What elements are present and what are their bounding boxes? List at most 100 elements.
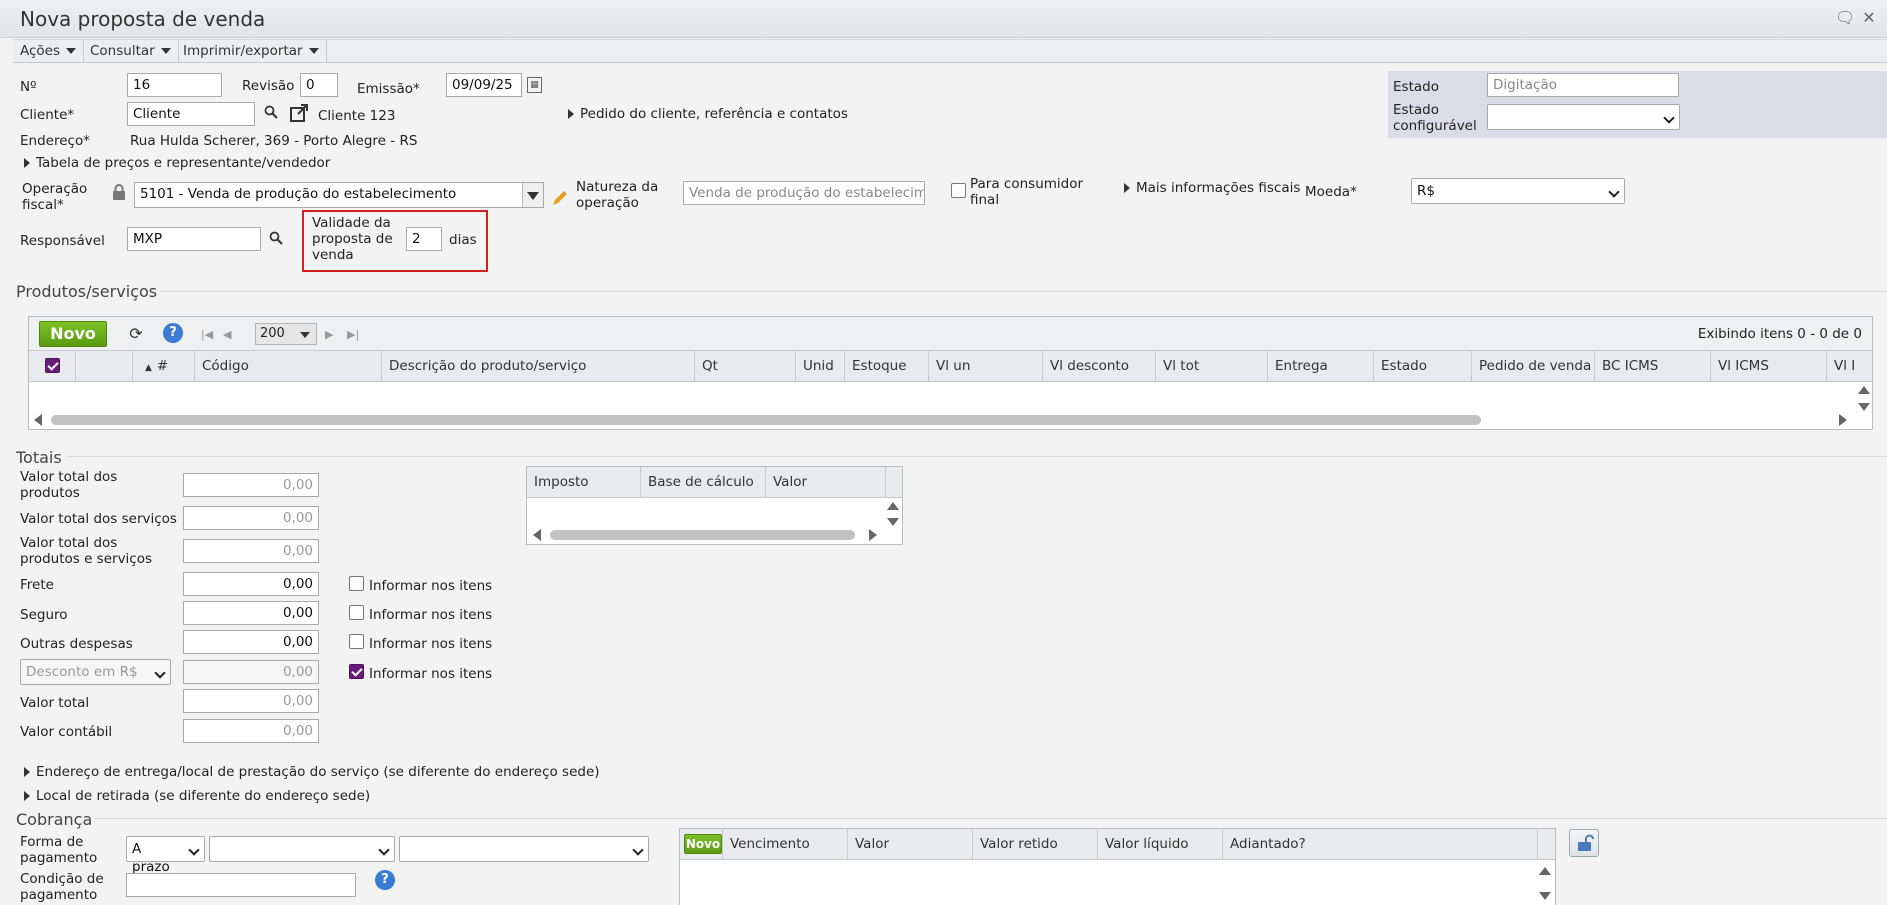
scroll-right-icon[interactable] (1839, 414, 1847, 426)
help-icon[interactable]: ? (163, 323, 183, 343)
column-qt[interactable]: Qt (695, 351, 796, 381)
frete-informar-checkbox[interactable] (349, 576, 364, 591)
scroll-right-icon[interactable] (869, 529, 877, 541)
first-page-icon[interactable]: |◀ (201, 328, 213, 341)
impostos-header: Imposto Base de cálculo Valor (527, 467, 902, 498)
column-estado[interactable]: Estado (1374, 351, 1472, 381)
horizontal-scrollbar[interactable] (550, 530, 855, 540)
refresh-icon[interactable]: ⟳ (127, 325, 145, 343)
emissao-field[interactable]: 09/09/25 (446, 73, 522, 97)
scroll-up-icon[interactable] (1858, 386, 1870, 394)
forma-pagamento-select-3[interactable] (399, 836, 649, 862)
menu-label: Consultar (90, 43, 155, 59)
unlock-button[interactable] (1569, 829, 1599, 857)
next-page-icon[interactable]: ▶ (325, 328, 333, 341)
novo-parcela-button[interactable]: Novo (684, 834, 722, 854)
column-unid[interactable]: Unid (796, 351, 845, 381)
tabela-precos-link[interactable]: Tabela de preços e representante/vendedo… (24, 155, 330, 171)
column-adiantado[interactable]: Adiantado? (1223, 829, 1538, 859)
column-vencimento[interactable]: Vencimento (723, 829, 848, 859)
column-valor-retido[interactable]: Valor retido (973, 829, 1098, 859)
column-vl-i[interactable]: Vl I (1827, 351, 1857, 381)
operacao-fiscal-field[interactable]: 5101 - Venda de produção do estabelecime… (134, 182, 544, 208)
novo-produto-button[interactable]: Novo (39, 321, 107, 347)
help-icon[interactable]: ? (375, 870, 395, 890)
menu-acoes[interactable]: Ações (13, 40, 85, 63)
column-index[interactable]: ▲ # (133, 351, 195, 381)
moeda-label: Moeda* (1305, 184, 1357, 200)
caret-down-icon (160, 48, 171, 54)
outras-despesas-informar-checkbox[interactable] (349, 634, 364, 649)
select-all-checkbox[interactable] (45, 358, 60, 373)
natureza-field[interactable]: Venda de produção do estabelecimento (683, 181, 925, 205)
close-icon[interactable]: ✕ (1860, 9, 1878, 27)
search-icon[interactable] (267, 231, 285, 249)
prev-page-icon[interactable]: ◀ (223, 328, 231, 341)
revisao-field[interactable]: 0 (300, 73, 338, 97)
link-text: Local de retirada (se diferente do ender… (36, 788, 371, 804)
column-valor-liquido[interactable]: Valor líquido (1098, 829, 1223, 859)
revisao-label: Revisão (242, 78, 295, 94)
endereco-entrega-link[interactable]: Endereço de entrega/local de prestação d… (24, 764, 600, 780)
chat-icon[interactable]: 🗨 (1835, 9, 1855, 27)
scroll-down-icon[interactable] (887, 518, 899, 526)
consumidor-final-checkbox[interactable] (951, 183, 966, 198)
validade-field[interactable]: 2 (406, 227, 442, 251)
column-entrega[interactable]: Entrega (1268, 351, 1374, 381)
forma-pagamento-select-2[interactable] (209, 836, 395, 862)
page-size-select[interactable]: 200 (255, 323, 317, 345)
column-vl-desconto[interactable]: Vl desconto (1043, 351, 1156, 381)
search-icon[interactable] (262, 105, 280, 123)
frete-field[interactable]: 0,00 (183, 572, 319, 596)
mais-info-fiscais-link[interactable]: Mais informações fiscais (1124, 180, 1300, 196)
desconto-informar-checkbox[interactable] (349, 664, 364, 679)
seguro-field[interactable]: 0,00 (183, 601, 319, 625)
divider (94, 818, 1887, 819)
desconto-field: 0,00 (183, 660, 319, 684)
outras-despesas-field[interactable]: 0,00 (183, 630, 319, 654)
responsavel-field[interactable]: MXP (127, 227, 261, 251)
scroll-down-icon[interactable] (1539, 892, 1551, 900)
external-link-icon[interactable] (288, 103, 310, 125)
column-base-calculo[interactable]: Base de cálculo (641, 467, 766, 497)
column-vl-tot[interactable]: Vl tot (1156, 351, 1268, 381)
cliente-field[interactable]: Cliente (127, 102, 255, 126)
condicao-pagamento-field[interactable] (126, 873, 356, 897)
pedido-cliente-link[interactable]: Pedido do cliente, referência e contatos (568, 106, 848, 122)
outras-despesas-informar-label: Informar nos itens (369, 636, 493, 652)
expand-arrow-icon (24, 158, 30, 168)
scroll-up-icon[interactable] (1539, 867, 1551, 875)
divider (160, 291, 1887, 292)
window-titlebar (0, 0, 1887, 38)
column-vl-icms[interactable]: Vl ICMS (1711, 351, 1827, 381)
edit-pencil-icon[interactable] (551, 189, 569, 207)
numero-field[interactable]: 16 (127, 73, 222, 97)
column-descricao[interactable]: Descrição do produto/serviço (382, 351, 695, 381)
operacao-dropdown-button[interactable] (522, 183, 543, 207)
scroll-left-icon[interactable] (34, 414, 42, 426)
column-imposto[interactable]: Imposto (527, 467, 641, 497)
column-valor[interactable]: Valor (766, 467, 886, 497)
scroll-up-icon[interactable] (887, 502, 899, 510)
column-codigo[interactable]: Código (195, 351, 382, 381)
scroll-left-icon[interactable] (533, 529, 541, 541)
calendar-icon[interactable]: ▦ (527, 77, 542, 93)
menu-consultar[interactable]: Consultar (83, 40, 179, 63)
column-bc-icms[interactable]: BC ICMS (1595, 351, 1711, 381)
forma-pagamento-label: Forma de pagamento (20, 834, 98, 866)
column-valor[interactable]: Valor (848, 829, 973, 859)
column-vl-un[interactable]: Vl un (929, 351, 1043, 381)
menu-imprimir-exportar[interactable]: Imprimir/exportar (176, 40, 327, 63)
menubar: Ações Consultar Imprimir/exportar (13, 39, 1887, 63)
forma-pagamento-select[interactable]: A prazo (126, 836, 205, 875)
column-estoque[interactable]: Estoque (845, 351, 929, 381)
estado-configuravel-select[interactable] (1487, 104, 1680, 130)
moeda-select[interactable]: R$ (1411, 178, 1625, 204)
horizontal-scrollbar[interactable] (51, 415, 1481, 425)
seguro-informar-checkbox[interactable] (349, 605, 364, 620)
local-retirada-link[interactable]: Local de retirada (se diferente do ender… (24, 788, 370, 804)
scroll-down-icon[interactable] (1858, 403, 1870, 411)
column-pedido-venda[interactable]: Pedido de venda (1472, 351, 1595, 381)
last-page-icon[interactable]: ▶| (347, 328, 359, 341)
estado-configuravel-label: Estado configurável (1393, 102, 1477, 134)
